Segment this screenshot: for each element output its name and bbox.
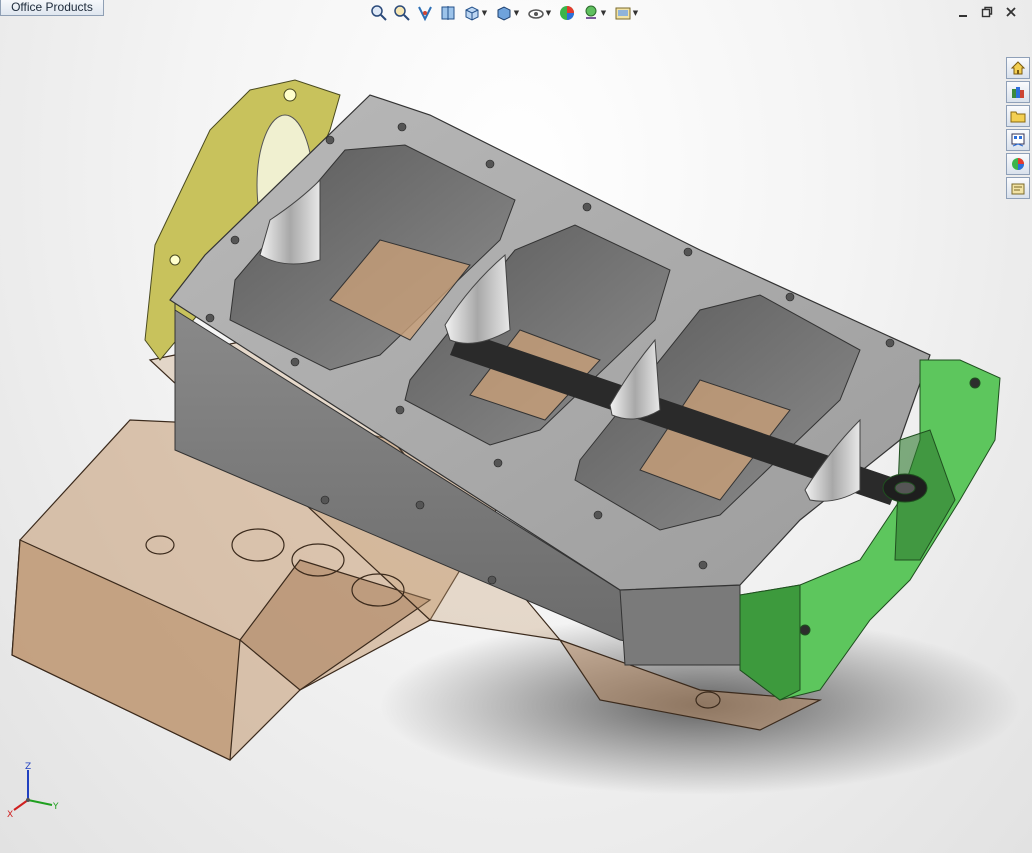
section-view-button[interactable] [437, 3, 458, 23]
apply-scene-icon [585, 5, 597, 19]
heads-up-view-toolbar: ▼ ▼ ▼ ▼ ▼ [368, 2, 641, 24]
design-library-icon [1012, 87, 1024, 98]
previous-view-icon [417, 6, 432, 22]
view-palette-icon [1011, 133, 1025, 147]
office-products-tab[interactable]: Office Products [0, 0, 104, 16]
apply-scene-button[interactable]: ▼ [579, 3, 609, 23]
triad-y-label: Y [52, 802, 59, 812]
triad-z-label: Z [25, 762, 31, 772]
minimize-icon [959, 15, 967, 17]
restore-button[interactable] [980, 5, 994, 19]
view-settings-icon [615, 7, 631, 20]
view-orientation-icon [465, 6, 479, 21]
close-button[interactable] [1004, 5, 1018, 19]
section-view-icon [441, 6, 454, 20]
chevron-down-icon: ▼ [513, 9, 520, 17]
edit-appearance-button[interactable] [556, 3, 577, 23]
minimize-button[interactable] [956, 5, 970, 19]
task-pane-appearances-tab[interactable] [1006, 153, 1030, 175]
chevron-down-icon: ▼ [481, 9, 488, 17]
chevron-down-icon: ▼ [632, 9, 639, 17]
file-explorer-icon [1010, 111, 1026, 123]
edit-appearance-icon [559, 6, 574, 20]
restore-icon [981, 6, 993, 18]
view-orientation-button[interactable]: ▼ [460, 3, 490, 23]
display-style-icon [497, 6, 511, 21]
task-pane-home-tab[interactable] [1006, 57, 1030, 79]
display-style-button[interactable]: ▼ [492, 3, 522, 23]
graphics-area[interactable] [0, 0, 1032, 853]
previous-view-button[interactable] [414, 3, 435, 23]
task-pane-tabs [1006, 57, 1030, 199]
view-settings-button[interactable]: ▼ [611, 3, 641, 23]
custom-properties-icon [1011, 183, 1025, 195]
zoom-to-area-icon [393, 5, 410, 21]
hide-show-items-button[interactable]: ▼ [524, 3, 554, 23]
reference-triad: Z Y X [7, 762, 59, 820]
chevron-down-icon: ▼ [545, 9, 552, 17]
document-window-controls [956, 5, 1018, 19]
zoom-to-area-button[interactable] [391, 3, 412, 23]
home-icon [1010, 61, 1026, 75]
zoom-to-fit-icon [370, 5, 387, 21]
chevron-down-icon: ▼ [600, 9, 607, 17]
task-pane-design-library-tab[interactable] [1006, 81, 1030, 103]
block-end-face [619, 584, 741, 666]
task-pane-view-palette-tab[interactable] [1006, 129, 1030, 151]
close-icon [1006, 7, 1016, 17]
appearances-icon [1012, 158, 1024, 170]
task-pane-file-explorer-tab[interactable] [1006, 105, 1030, 127]
hide-show-items-icon [528, 9, 544, 19]
zoom-to-fit-button[interactable] [368, 3, 389, 23]
triad-x-label: X [7, 810, 13, 820]
task-pane-custom-properties-tab[interactable] [1006, 177, 1030, 199]
